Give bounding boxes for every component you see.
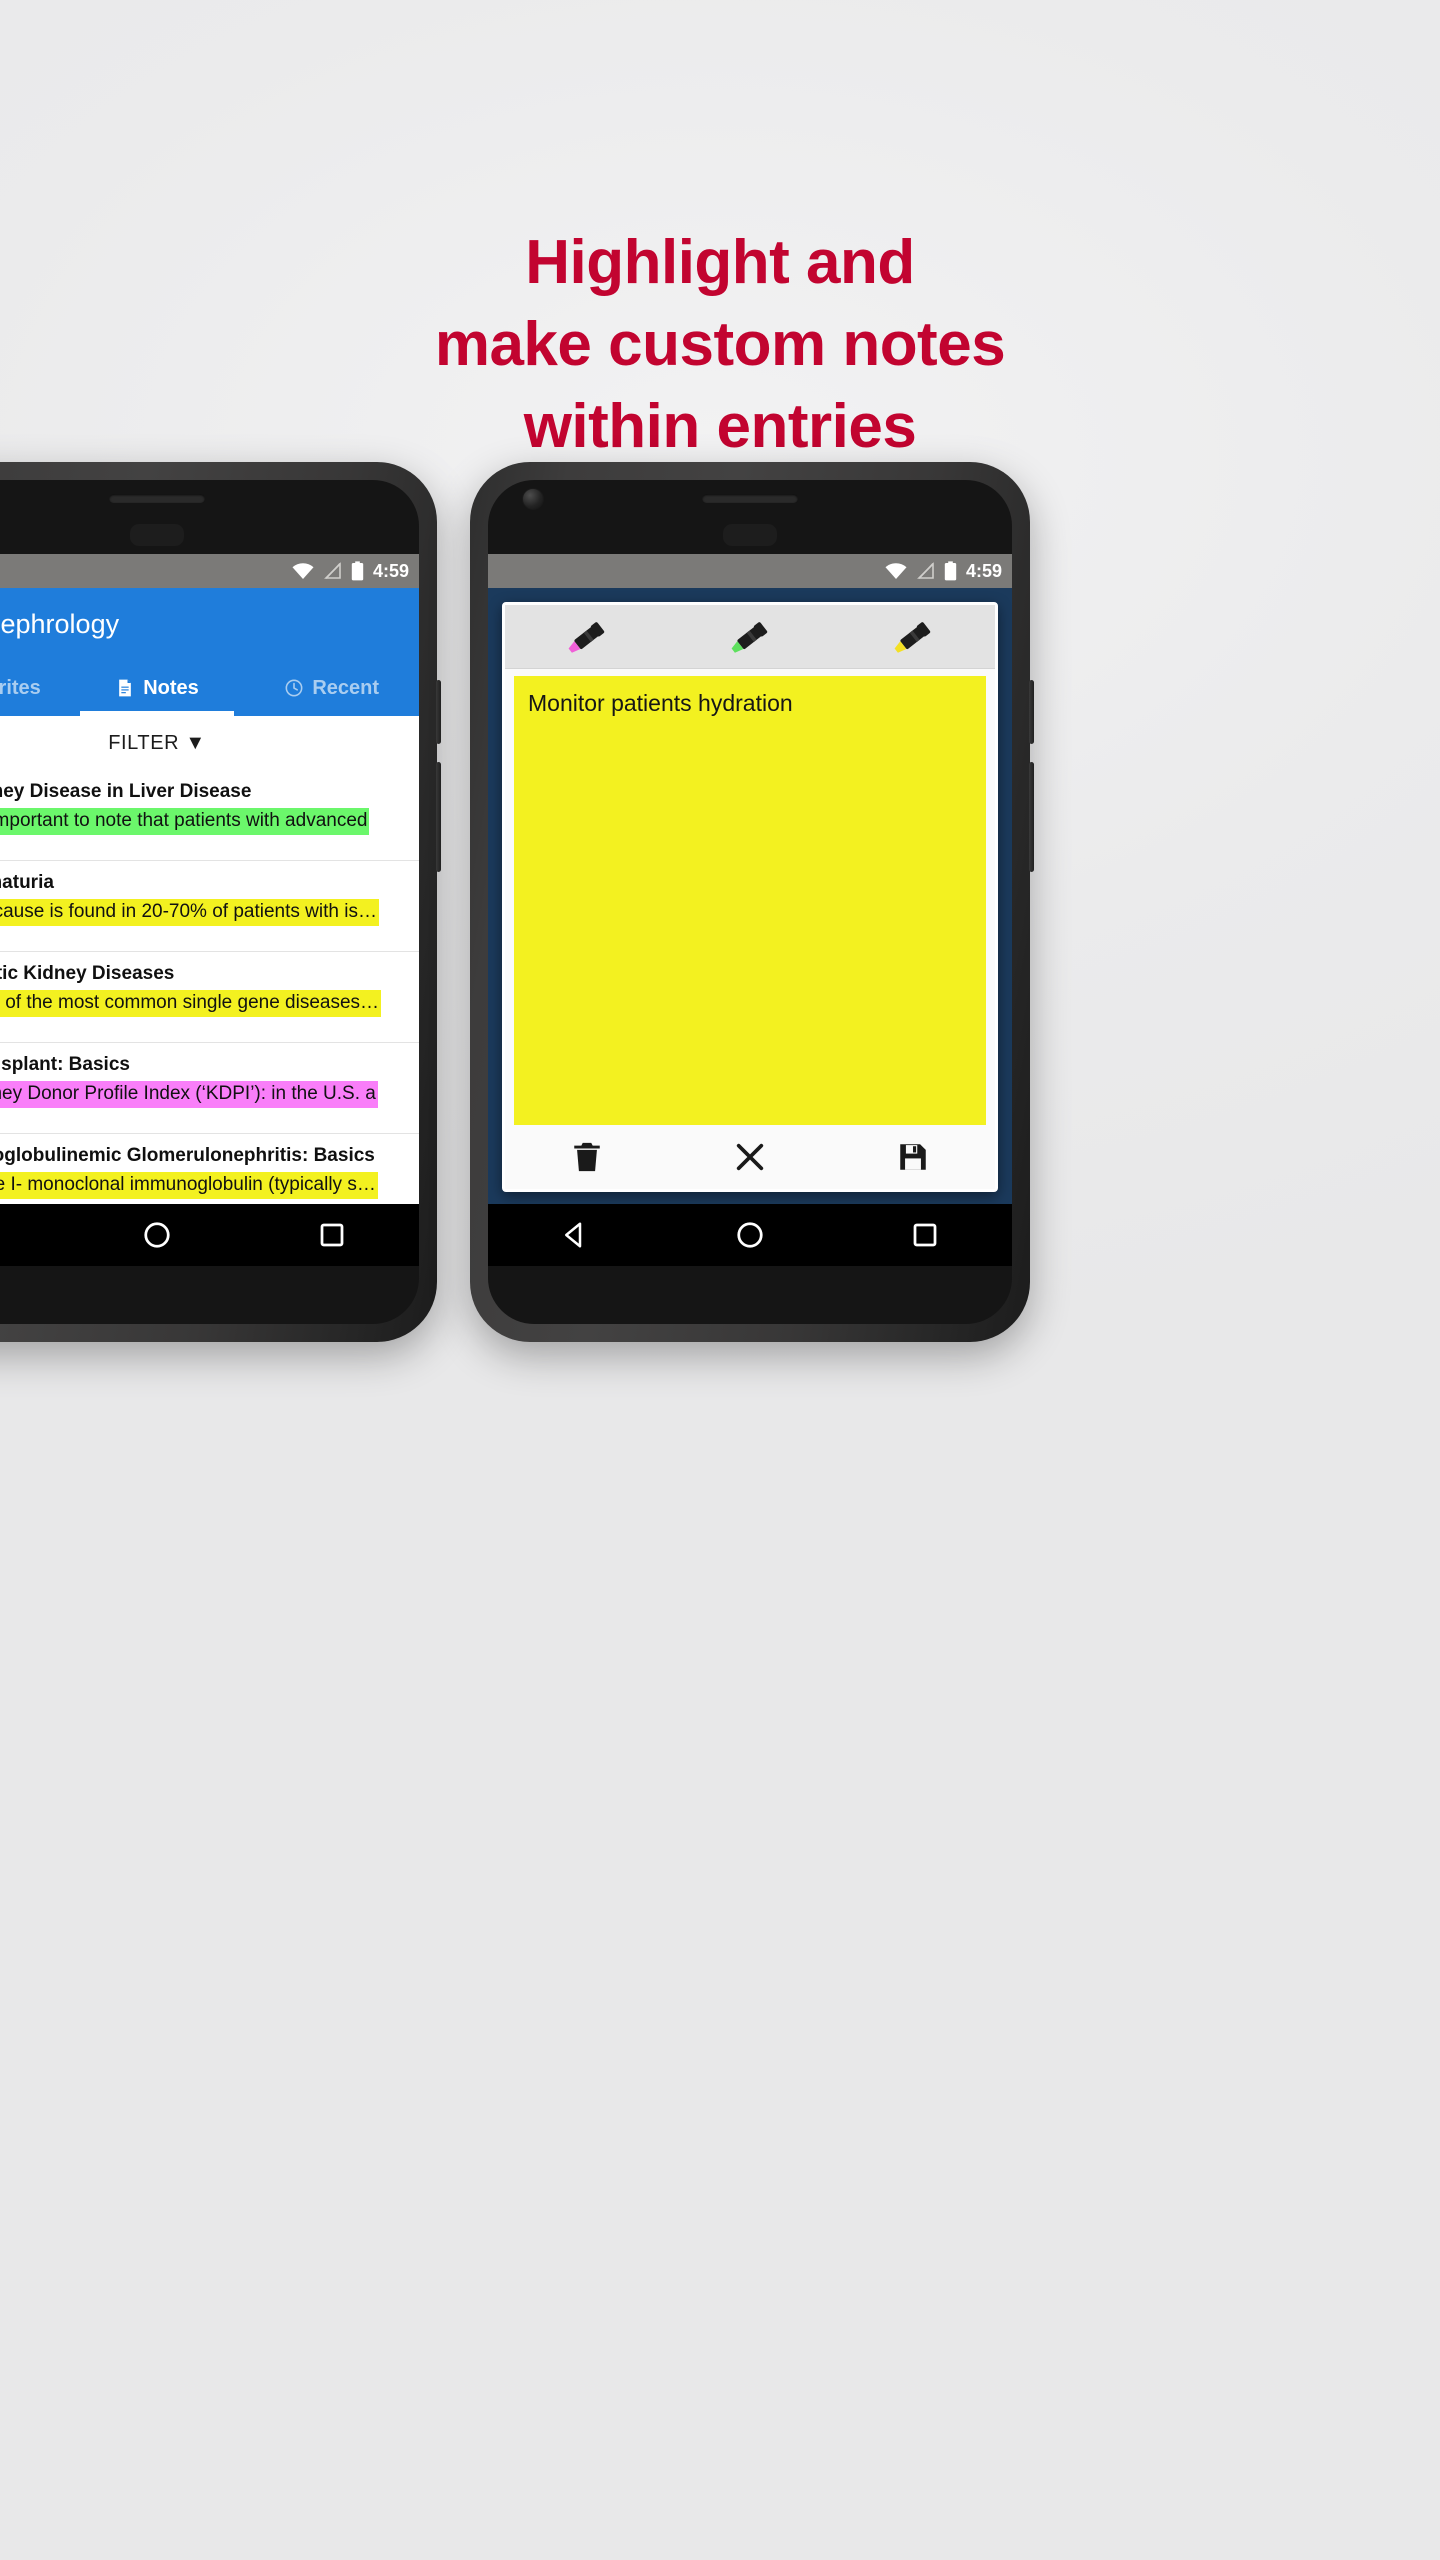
- note-item-texts: Cystic Kidney Diseases One of the most co…: [0, 963, 419, 1022]
- tab-label-notes: Notes: [143, 676, 199, 699]
- note-item-texts: Cryoglobulinemic Glomerulonephritis: Bas…: [0, 1145, 419, 1204]
- screen-left: 4:59 Nephrology Favorites: [0, 554, 419, 1266]
- page-title: Nephrology: [0, 608, 120, 639]
- notes-list: Kidney Disease in Liver Disease Its impor…: [0, 770, 419, 1266]
- status-icons-right: [884, 561, 957, 581]
- tab-bar: Favorites Notes: [0, 660, 419, 716]
- volume-button[interactable]: [436, 762, 441, 872]
- wifi-icon: [292, 563, 314, 579]
- tab-notes[interactable]: Notes: [70, 660, 245, 716]
- circle-home-icon[interactable]: [142, 1220, 172, 1250]
- note-item-title: Kidney Disease in Liver Disease: [0, 781, 252, 802]
- clock-icon: [285, 679, 303, 697]
- save-icon[interactable]: [896, 1140, 930, 1174]
- circle-home-icon[interactable]: [735, 1220, 765, 1250]
- note-list-item[interactable]: Transplant: Basics Kidney Donor Profile I…: [0, 1043, 419, 1134]
- tab-label-favorites: Favorites: [0, 676, 41, 699]
- tab-recent[interactable]: Recent: [244, 660, 419, 716]
- filter-button-label: FILTER ▼: [108, 732, 206, 755]
- yellow-highlighter-icon[interactable]: [886, 615, 940, 659]
- battery-icon: [351, 561, 364, 581]
- note-canvas-wrapper: Monitor patients hydration: [505, 669, 995, 1125]
- note-item-title: Cryoglobulinemic Glomerulonephritis: Bas…: [0, 1145, 375, 1166]
- phone-mockup-left: 4:59 Nephrology Favorites: [0, 462, 441, 1342]
- status-bar-right: 4:59: [488, 554, 1012, 588]
- filter-text: FILTER: [108, 731, 180, 754]
- note-item-texts: Kidney Disease in Liver Disease Its impor…: [0, 781, 419, 840]
- note-item-texts: Transplant: Basics Kidney Donor Profile I…: [0, 1054, 419, 1113]
- signal-off-icon: [324, 562, 341, 580]
- note-item-snippet: No cause is found in 20-70% of patients …: [0, 899, 379, 926]
- power-button[interactable]: [436, 680, 441, 744]
- triangle-back-icon[interactable]: [560, 1220, 590, 1250]
- highlighter-toolbar: [505, 605, 995, 669]
- headline-line-1: Highlight and: [525, 228, 915, 297]
- tab-favorites[interactable]: Favorites: [0, 660, 70, 716]
- square-recents-icon[interactable]: [910, 1220, 940, 1250]
- front-camera-icon-right: [522, 488, 544, 510]
- phone-mockup-right: 4:59 Monitor patients hydration: [470, 462, 1034, 1342]
- app-bar-left: Nephrology: [0, 588, 419, 660]
- power-button-right[interactable]: [1029, 680, 1034, 744]
- note-item-snippet: Its important to note that patients with…: [0, 808, 370, 835]
- trash-icon[interactable]: [570, 1140, 604, 1174]
- earpiece-speaker-right: [702, 494, 798, 503]
- tab-label-recent: Recent: [312, 676, 380, 699]
- volume-button-right[interactable]: [1029, 762, 1034, 872]
- note-item-snippet: Kidney Donor Profile Index (‘KDPI’): in …: [0, 1081, 378, 1108]
- note-item-title: Transplant: Basics: [0, 1054, 130, 1075]
- sensor-pill-right: [723, 524, 777, 546]
- android-nav-bar-left: [0, 1204, 419, 1266]
- note-list-item[interactable]: Kidney Disease in Liver Disease Its impor…: [0, 770, 419, 861]
- square-recents-icon[interactable]: [317, 1220, 347, 1250]
- headline-line-3: within entries: [523, 391, 917, 461]
- note-list-item[interactable]: Cystic Kidney Diseases One of the most co…: [0, 952, 419, 1043]
- note-text-area[interactable]: Monitor patients hydration: [514, 676, 986, 1125]
- note-list-item[interactable]: Hematuria No cause is found in 20-70% of …: [0, 861, 419, 952]
- status-time-right: 4:59: [965, 560, 1002, 581]
- wifi-icon: [885, 563, 907, 579]
- status-icons-left: [291, 561, 364, 581]
- earpiece-speaker: [109, 494, 205, 503]
- sensor-pill: [130, 524, 184, 546]
- status-time-left: 4:59: [372, 560, 409, 581]
- headline-line-2: make custom notes: [434, 309, 1006, 379]
- screen-right: 4:59 Monitor patients hydration: [488, 554, 1012, 1266]
- note-editor-dialog: Monitor patients hydration: [502, 602, 998, 1192]
- signal-off-icon: [917, 562, 934, 580]
- note-item-title: Cystic Kidney Diseases: [0, 963, 175, 984]
- green-highlighter-icon[interactable]: [723, 615, 777, 659]
- battery-icon: [944, 561, 957, 581]
- headline: Highlight and make custom notes within e…: [0, 222, 1440, 467]
- status-bar-left: 4:59: [0, 554, 419, 588]
- note-item-snippet: One of the most common single gene disea…: [0, 990, 382, 1017]
- note-item-snippet: Type I- monoclonal immunoglobulin (typic…: [0, 1172, 378, 1199]
- filter-row[interactable]: FILTER ▼: [0, 716, 419, 770]
- chevron-down-icon: ▼: [185, 731, 206, 754]
- note-item-texts: Hematuria No cause is found in 20-70% of …: [0, 872, 419, 931]
- note-editor-actions: [505, 1125, 995, 1189]
- document-icon: [119, 679, 132, 697]
- note-item-title: Hematuria: [0, 872, 54, 893]
- android-nav-bar-right: [488, 1204, 1012, 1266]
- pink-highlighter-icon[interactable]: [560, 615, 614, 659]
- close-icon[interactable]: [733, 1140, 767, 1174]
